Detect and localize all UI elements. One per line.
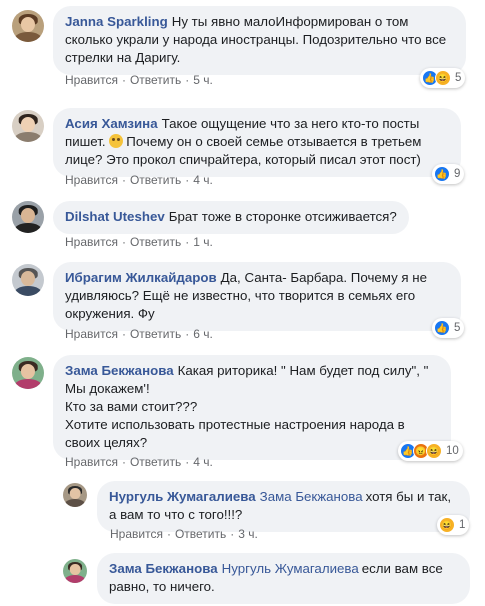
comment: Зама Бекжанова Какая риторика! " Нам буде… [12, 355, 451, 460]
like-button[interactable]: Нравится [65, 327, 118, 341]
comment-author[interactable]: Зама Бекжанова [65, 363, 174, 378]
reply-author[interactable]: Зама Бекжанова [109, 561, 218, 576]
reaction-count: 9 [454, 168, 461, 180]
like-button[interactable]: Нравится [110, 527, 163, 541]
timestamp[interactable]: 6 ч. [193, 327, 213, 341]
reply-bubble: Нургуль Жумагалиева Зама Бекжанова хотя бы… [97, 481, 470, 532]
like-button[interactable]: Нравится [65, 455, 118, 469]
reaction-count: 5 [454, 322, 461, 334]
avatar[interactable] [12, 201, 44, 233]
mention-link[interactable]: Зама Бекжанова [260, 489, 363, 504]
reply-button[interactable]: Ответить [130, 327, 181, 341]
like-icon: 👍 [434, 166, 450, 182]
separator: · [121, 173, 126, 187]
separator: · [121, 455, 126, 469]
separator: · [185, 327, 190, 341]
separator: · [166, 527, 171, 541]
avatar[interactable] [63, 559, 87, 583]
separator: · [185, 73, 190, 87]
comment-actions: Нравится · Ответить · 4 ч. [65, 173, 213, 187]
comment-author[interactable]: Ибрагим Жилкайдаров [65, 270, 217, 285]
reply-button[interactable]: Ответить [130, 455, 181, 469]
separator: · [121, 327, 126, 341]
timestamp[interactable]: 3 ч. [238, 527, 258, 541]
comment-author[interactable]: Janna Sparkling [65, 14, 168, 29]
reaction-count: 5 [455, 72, 462, 84]
reaction-summary[interactable]: 👍 9 [432, 164, 465, 184]
reaction-summary[interactable]: 👍 😆 5 [420, 68, 466, 88]
comment-bubble: Ибрагим Жилкайдаров Да, Санта- Барбара. П… [53, 262, 461, 331]
avatar[interactable] [12, 110, 44, 142]
comment-bubble: Janna Sparkling Ну ты явно малоИнформиров… [53, 6, 466, 75]
comment: Janna Sparkling Ну ты явно малоИнформиров… [12, 6, 466, 75]
pensive-emoji-icon [109, 134, 124, 148]
like-button[interactable]: Нравится [65, 235, 118, 249]
reply-author[interactable]: Нургуль Жумагалиева [109, 489, 256, 504]
timestamp[interactable]: 4 ч. [193, 455, 213, 469]
reply-actions: Нравится · Ответить · 3 ч. [110, 527, 258, 541]
avatar[interactable] [63, 483, 87, 507]
separator: · [230, 527, 235, 541]
separator: · [121, 235, 126, 249]
separator: · [185, 235, 190, 249]
comment-text: Кто за вами стоит??? [65, 399, 198, 414]
comment-actions: Нравится · Ответить · 4 ч. [65, 455, 213, 469]
timestamp[interactable]: 5 ч. [193, 73, 213, 87]
separator: · [185, 455, 190, 469]
comment-actions: Нравится · Ответить · 6 ч. [65, 327, 213, 341]
comment-actions: Нравится · Ответить · 1 ч. [65, 235, 213, 249]
reply: Нургуль Жумагалиева Зама Бекжанова хотя бы… [63, 481, 470, 532]
comment-text: Хотите использовать протестные настроени… [65, 417, 405, 450]
like-button[interactable]: Нравится [65, 173, 118, 187]
comment-bubble: Асия Хамзина Такое ощущение что за него к… [53, 108, 461, 177]
haha-icon: 😆 [426, 443, 442, 459]
reply: Зама Бекжанова Нургуль Жумагалиева если ва… [63, 553, 470, 604]
reply-button[interactable]: Ответить [175, 527, 226, 541]
timestamp[interactable]: 4 ч. [193, 173, 213, 187]
comment: Ибрагим Жилкайдаров Да, Санта- Барбара. П… [12, 262, 461, 331]
separator: · [185, 173, 190, 187]
timestamp[interactable]: 1 ч. [193, 235, 213, 249]
reaction-count: 1 [459, 519, 466, 531]
comment-actions: Нравится · Ответить · 5 ч. [65, 73, 213, 87]
avatar[interactable] [12, 10, 44, 42]
reaction-summary[interactable]: 👍 5 [432, 318, 465, 338]
avatar[interactable] [12, 264, 44, 296]
avatar[interactable] [12, 357, 44, 389]
comment-author[interactable]: Асия Хамзина [65, 116, 158, 131]
separator: · [121, 73, 126, 87]
like-button[interactable]: Нравится [65, 73, 118, 87]
haha-icon: 😆 [439, 517, 455, 533]
reaction-summary[interactable]: 👍 😠 😆 10 [398, 441, 463, 461]
reply-button[interactable]: Ответить [130, 235, 181, 249]
reply-button[interactable]: Ответить [130, 173, 181, 187]
haha-icon: 😆 [435, 70, 451, 86]
comment-bubble: Зама Бекжанова Какая риторика! " Нам буде… [53, 355, 451, 460]
reply-bubble: Зама Бекжанова Нургуль Жумагалиева если ва… [97, 553, 470, 604]
comment: Dilshat Uteshev Брат тоже в сторонке отси… [12, 201, 409, 234]
reaction-summary[interactable]: 😆 1 [437, 515, 470, 535]
like-icon: 👍 [434, 320, 450, 336]
comment-text: Брат тоже в сторонке отсиживается? [168, 209, 397, 224]
comment-bubble: Dilshat Uteshev Брат тоже в сторонке отси… [53, 201, 409, 234]
reaction-count: 10 [446, 445, 459, 457]
mention-link[interactable]: Нургуль Жумагалиева [222, 561, 359, 576]
reply-button[interactable]: Ответить [130, 73, 181, 87]
comment: Асия Хамзина Такое ощущение что за него к… [12, 108, 461, 177]
comment-author[interactable]: Dilshat Uteshev [65, 209, 165, 224]
